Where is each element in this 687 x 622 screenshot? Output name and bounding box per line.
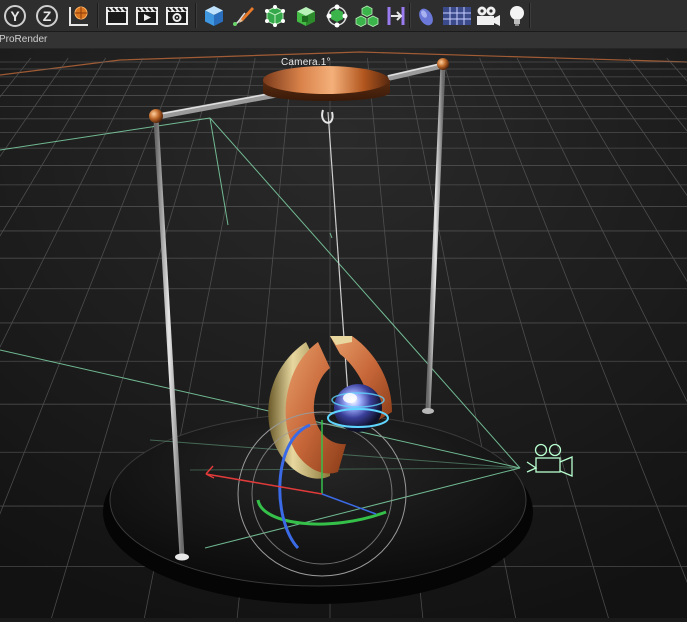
cloner-icon <box>326 4 348 27</box>
render-settings-button[interactable] <box>164 2 190 29</box>
camera-icon <box>477 6 500 26</box>
menu-prorender[interactable]: ProRender <box>0 34 47 45</box>
subdivision-icon <box>265 4 285 27</box>
top-disc <box>263 66 390 101</box>
floor-icon <box>419 8 433 25</box>
axis-y-lock-button[interactable]: Y <box>2 2 28 29</box>
extrude-button[interactable] <box>293 2 319 29</box>
axis-z-lock-icon: Z <box>36 4 58 27</box>
camera-name-suffix: ° <box>326 57 331 68</box>
toolbar: Y Z <box>0 0 687 32</box>
viewport-3d[interactable] <box>0 49 687 622</box>
camera-label: Camera.1° <box>281 57 331 68</box>
render-view-icon <box>136 6 158 25</box>
menubar: ProRender <box>0 32 687 49</box>
render-settings-icon <box>166 6 188 25</box>
rod-bead-right <box>437 58 449 70</box>
rod-bead-left <box>149 109 163 123</box>
spline-pen-button[interactable] <box>231 2 257 29</box>
axis-z-lock-button[interactable]: Z <box>34 2 60 29</box>
cube-button[interactable] <box>201 2 227 29</box>
axis-z-label: Z <box>43 8 52 24</box>
camera-button[interactable] <box>474 2 502 29</box>
axis-y-label: Y <box>10 8 20 24</box>
coordinate-system-button[interactable] <box>66 2 92 29</box>
floor-button[interactable] <box>413 2 439 29</box>
viewport-canvas <box>0 49 687 622</box>
coordinate-system-icon <box>69 6 88 26</box>
light-icon <box>510 5 524 26</box>
toolbar-separator <box>409 3 410 28</box>
toolbar-separator <box>529 3 530 28</box>
render-view-button[interactable] <box>134 2 160 29</box>
toolbar-separator <box>195 3 196 28</box>
array-button[interactable] <box>354 2 380 29</box>
sky-grid-icon <box>443 6 471 25</box>
axis-y-lock-icon: Y <box>4 4 26 27</box>
deformer-button[interactable] <box>383 2 409 29</box>
subdivision-button[interactable] <box>262 2 288 29</box>
light-button[interactable] <box>504 2 530 29</box>
pen-spline-icon <box>233 6 254 26</box>
sky-grid-button[interactable] <box>442 2 472 29</box>
cube-icon <box>205 5 223 26</box>
cloner-button[interactable] <box>324 2 350 29</box>
array-icon <box>355 5 379 27</box>
render-region-icon <box>106 6 128 25</box>
render-region-button[interactable] <box>104 2 130 29</box>
deformer-icon <box>387 6 405 25</box>
camera-name-text: Camera.1 <box>281 57 327 68</box>
extrude-icon <box>297 6 315 26</box>
toolbar-separator <box>97 3 98 28</box>
